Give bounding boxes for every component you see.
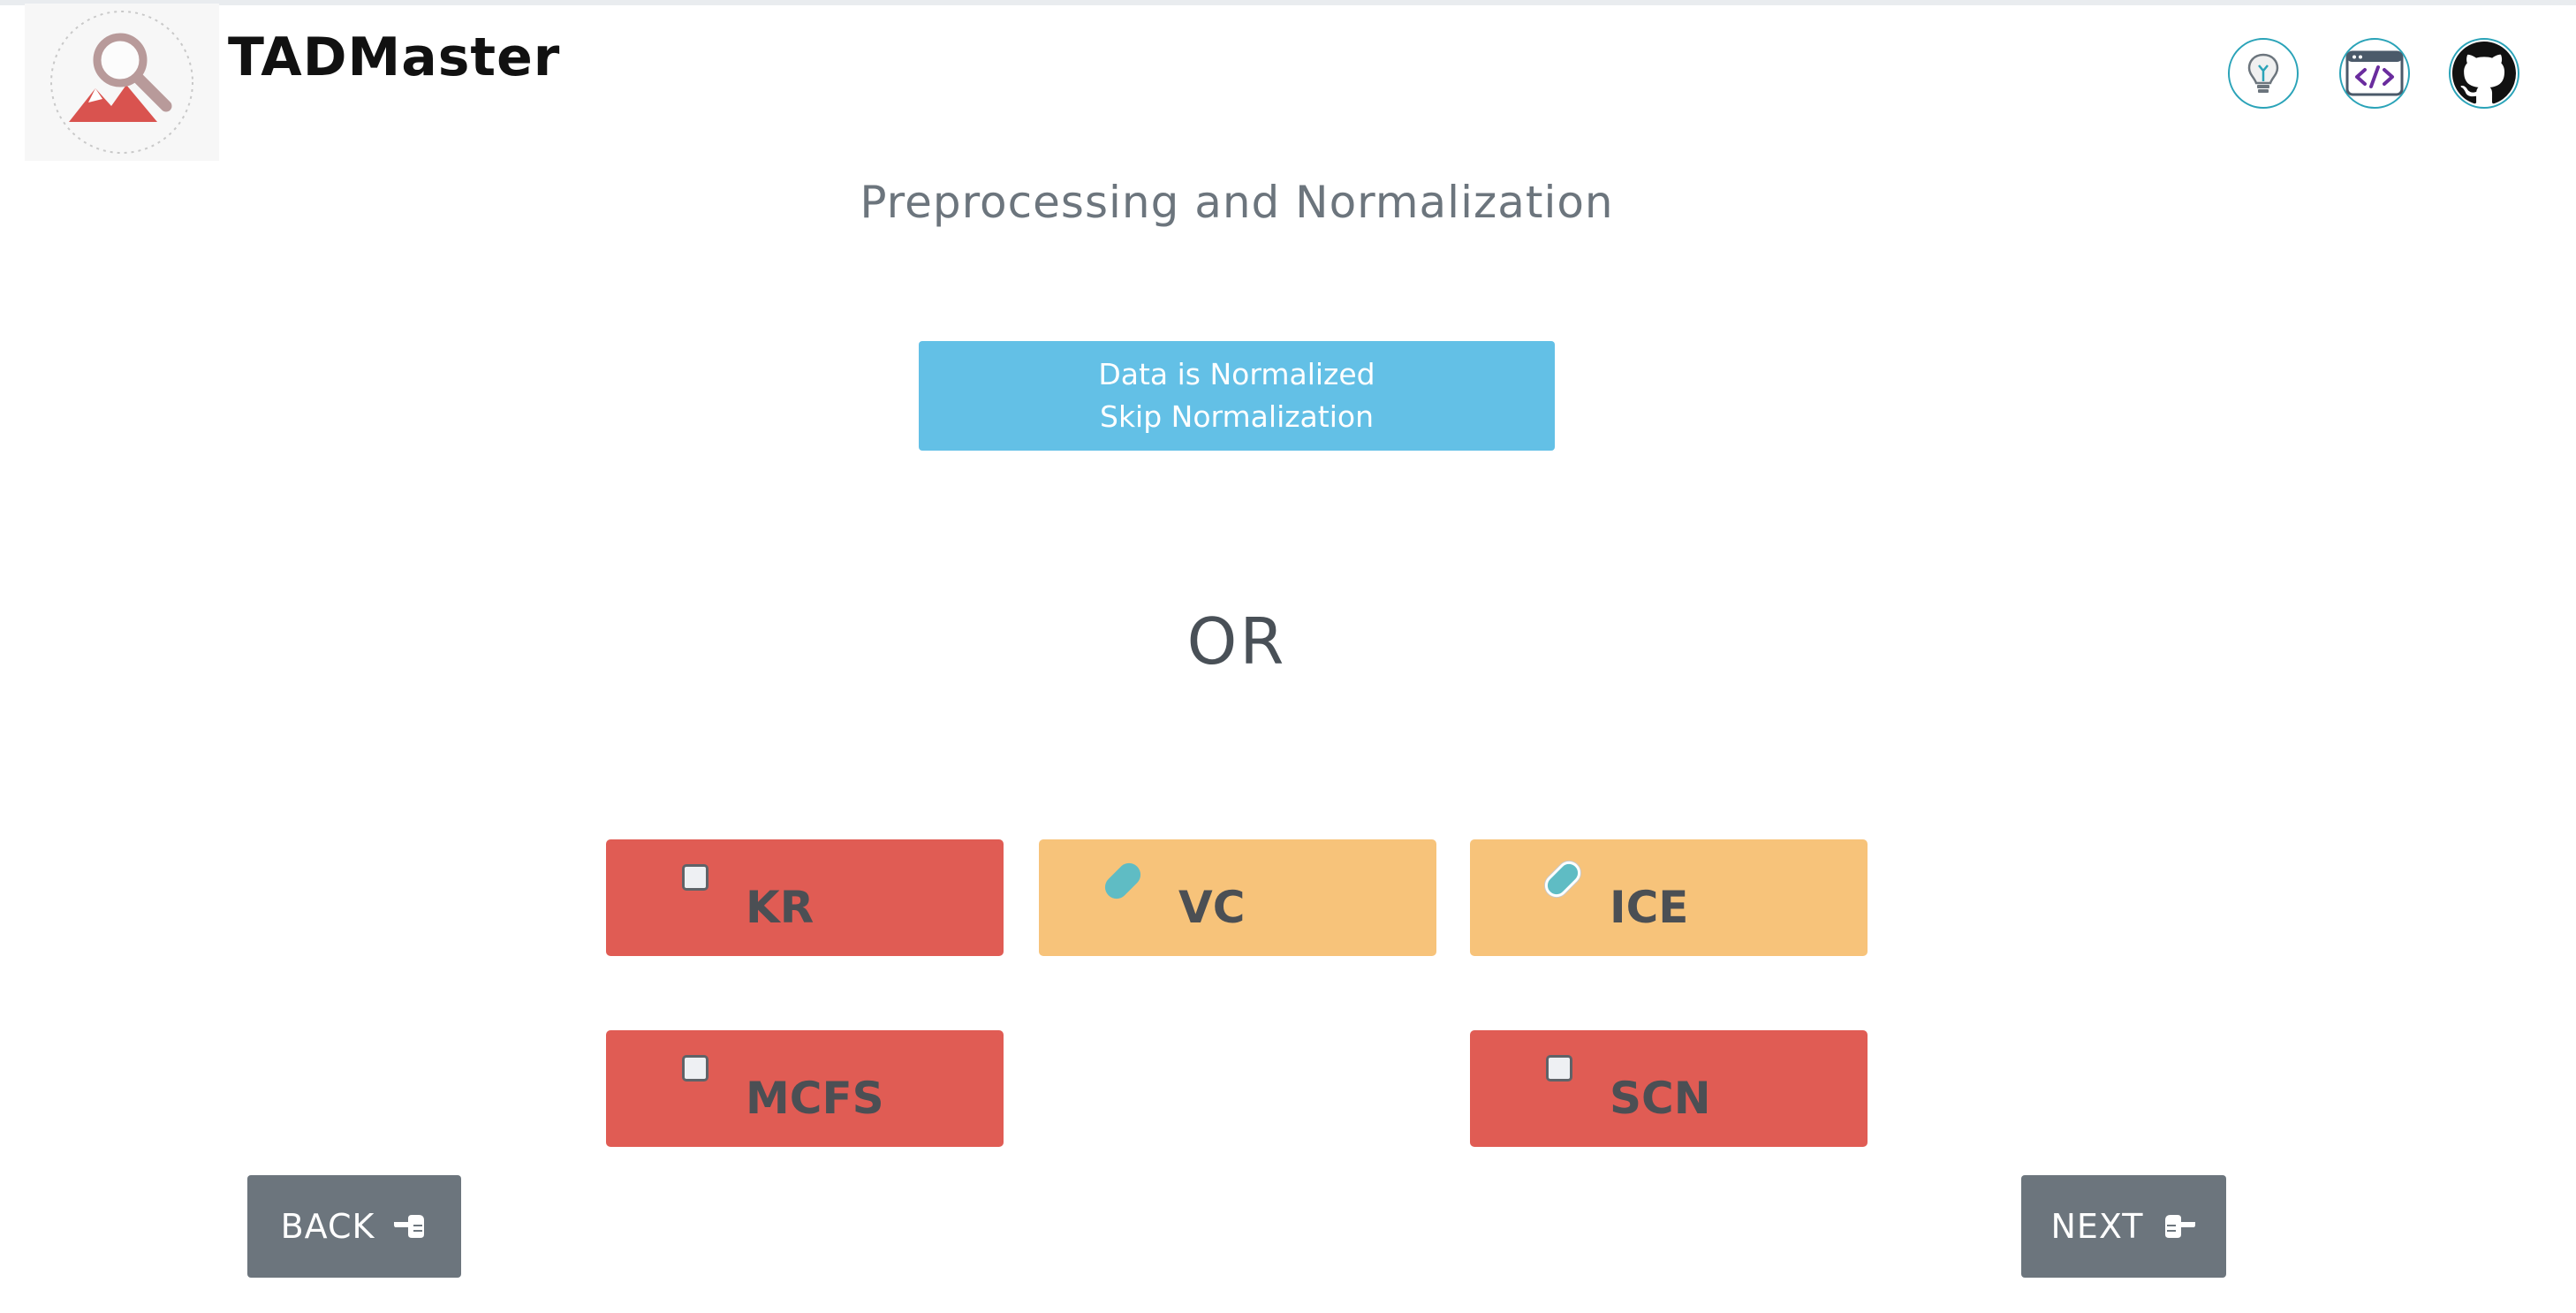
method-label: KR [746,882,814,933]
method-button-kr[interactable]: KR [606,839,1004,956]
checkbox-icon[interactable] [682,1055,708,1082]
pill-icon [1540,856,1586,902]
github-icon [2452,42,2516,104]
top-border [0,0,2576,5]
method-button-ice[interactable]: ICE [1470,839,1868,956]
normalized-button-line2: Skip Normalization [1100,399,1374,434]
normalized-button-line1: Data is Normalized [1098,357,1375,391]
lightbulb-button[interactable] [2228,38,2299,109]
code-window-icon [2345,50,2404,96]
method-label: SCN [1610,1073,1711,1124]
checkbox-icon[interactable] [682,864,708,891]
method-button-vc[interactable]: VC [1039,839,1436,956]
or-separator: OR [1186,604,1287,679]
method-button-mcfs[interactable]: MCFS [606,1030,1004,1147]
lightbulb-icon [2247,53,2279,93]
github-button[interactable] [2449,38,2519,109]
hand-pointing-left-icon [394,1215,425,1238]
next-button[interactable]: NEXT [2021,1175,2226,1278]
method-label: ICE [1610,882,1689,933]
data-normalized-button[interactable]: Data is Normalized Skip Normalization [919,341,1555,451]
pill-icon [1100,858,1146,904]
page-title: Preprocessing and Normalization [860,177,1614,228]
method-label: VC [1178,882,1246,933]
method-button-scn[interactable]: SCN [1470,1030,1868,1147]
method-label: MCFS [746,1073,884,1124]
hand-pointing-right-icon [2164,1215,2195,1238]
back-label: BACK [280,1207,375,1246]
checkbox-icon[interactable] [1546,1055,1572,1082]
brand-title: TADMaster [228,27,561,88]
back-button[interactable]: BACK [247,1175,461,1278]
next-label: NEXT [2050,1207,2144,1246]
logo-magnifier-icon [50,11,193,154]
logo[interactable] [25,4,219,161]
code-button[interactable] [2339,38,2410,109]
